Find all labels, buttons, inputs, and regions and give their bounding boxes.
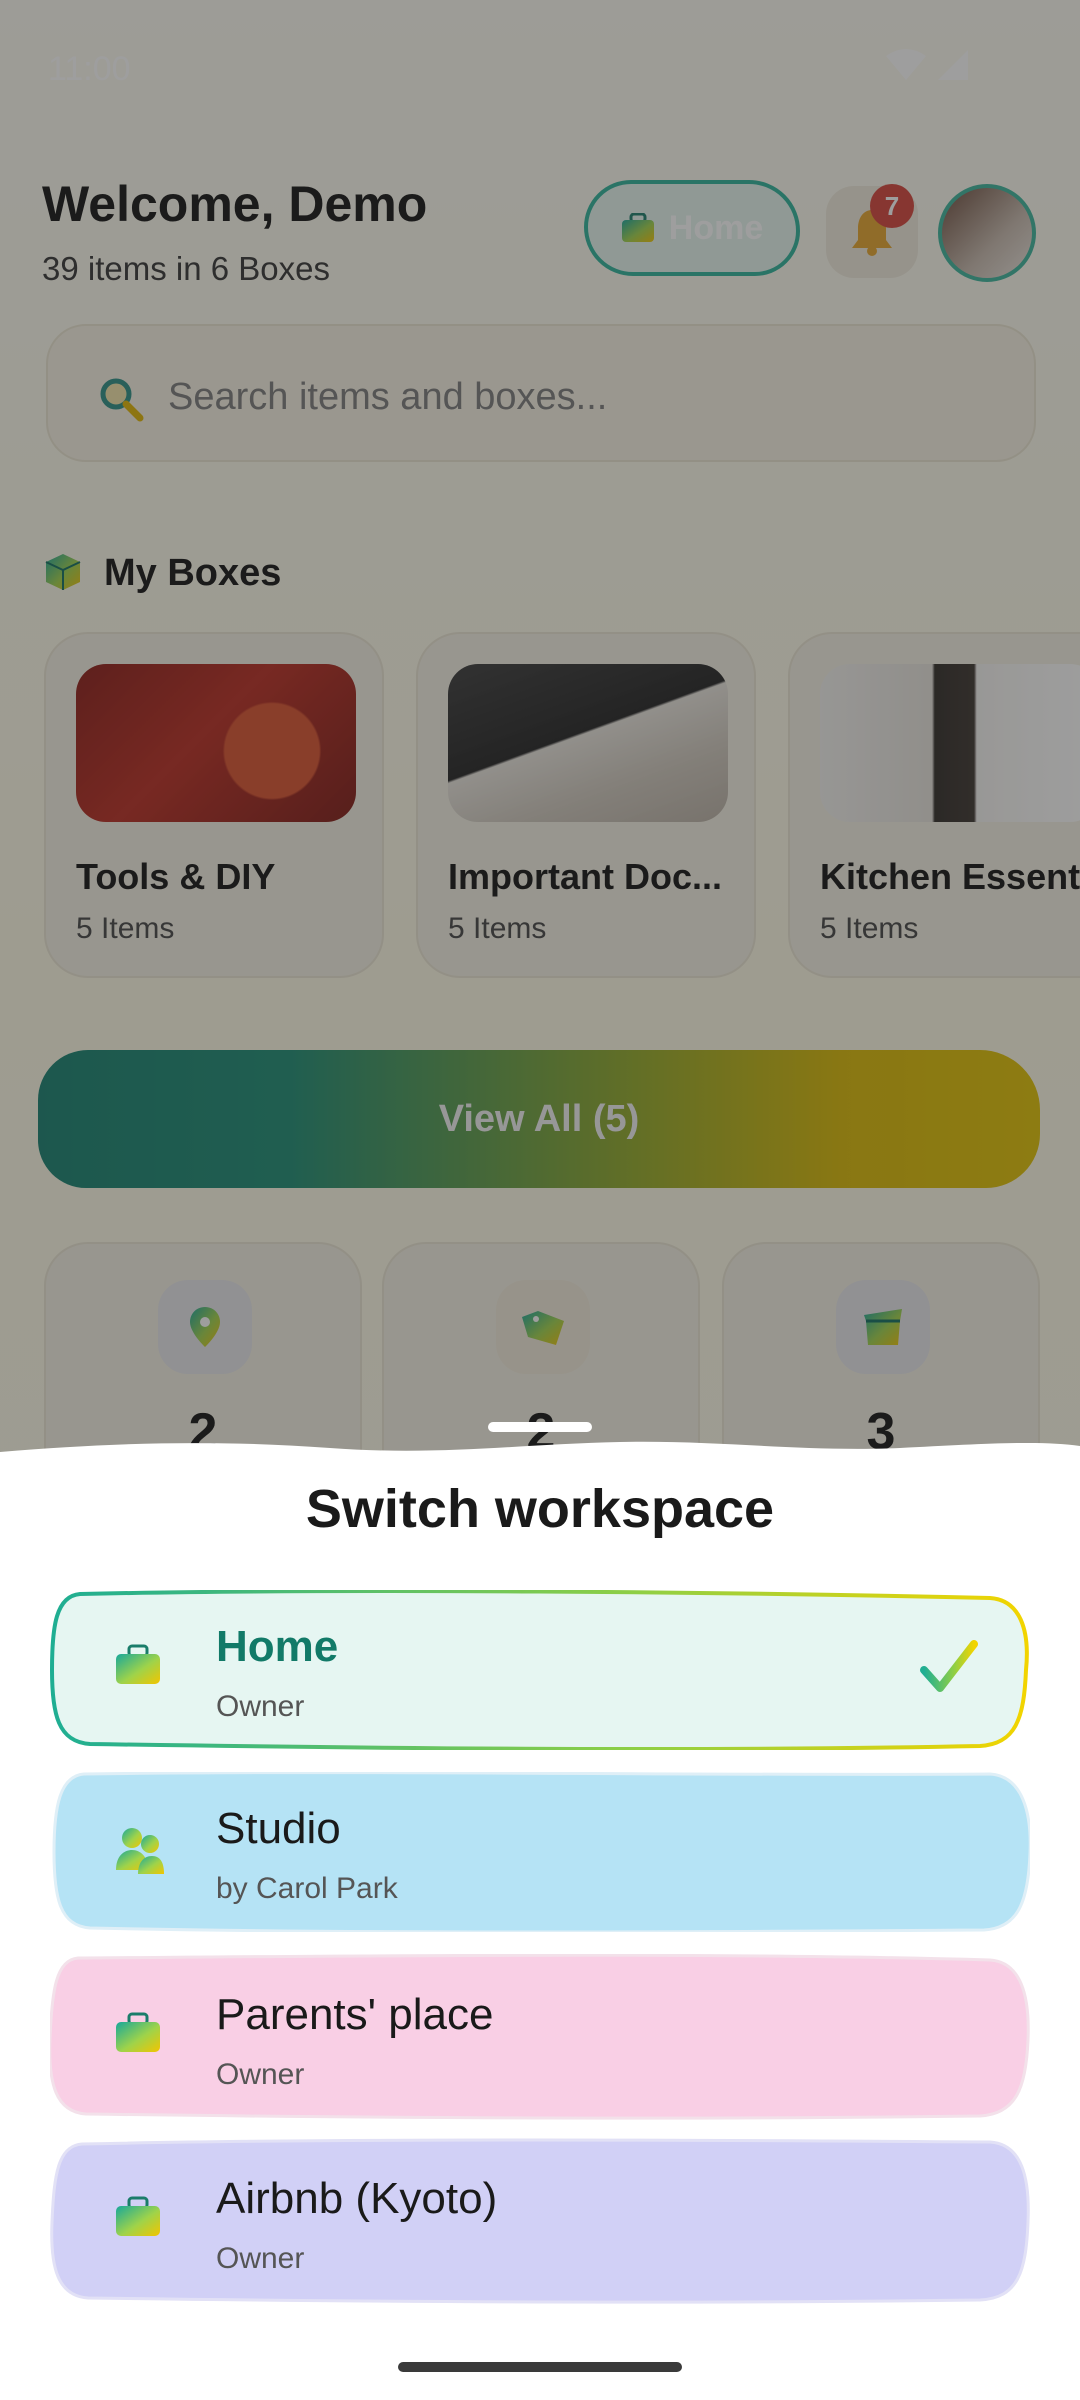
workspace-owner: by Carol Park [216, 1872, 398, 1905]
workspace-item-background [50, 2138, 1030, 2304]
workspace-name: Parents' place [216, 1990, 494, 2039]
people-icon [116, 1828, 164, 1874]
gesture-navigation-bar[interactable] [398, 2362, 682, 2372]
workspace-name: Home [216, 1622, 339, 1671]
briefcase-icon [116, 2012, 160, 2052]
workspace-role: Owner [216, 2058, 305, 2091]
workspace-item-background [52, 1772, 1030, 1932]
workspace-item-studio[interactable]: Studio by Carol Park [50, 1772, 1030, 1932]
workspace-item-airbnb-kyoto[interactable]: Airbnb (Kyoto) Owner [50, 2138, 1030, 2304]
workspace-name: Studio [216, 1804, 341, 1853]
briefcase-icon [116, 2196, 160, 2236]
workspace-role: Owner [216, 1690, 305, 1723]
workspace-role: Owner [216, 2242, 305, 2275]
workspace-item-home[interactable]: Home Owner [50, 1590, 1030, 1750]
workspace-item-background [50, 1590, 1029, 1750]
check-icon [920, 1640, 978, 1692]
sheet-drag-handle[interactable] [488, 1422, 592, 1432]
sheet-title: Switch workspace [305, 1479, 775, 1539]
workspace-item-background [50, 1954, 1030, 2120]
briefcase-icon [116, 1644, 160, 1684]
workspace-name: Airbnb (Kyoto) [216, 2174, 498, 2223]
workspace-item-parents-place[interactable]: Parents' place Owner [50, 1954, 1030, 2120]
